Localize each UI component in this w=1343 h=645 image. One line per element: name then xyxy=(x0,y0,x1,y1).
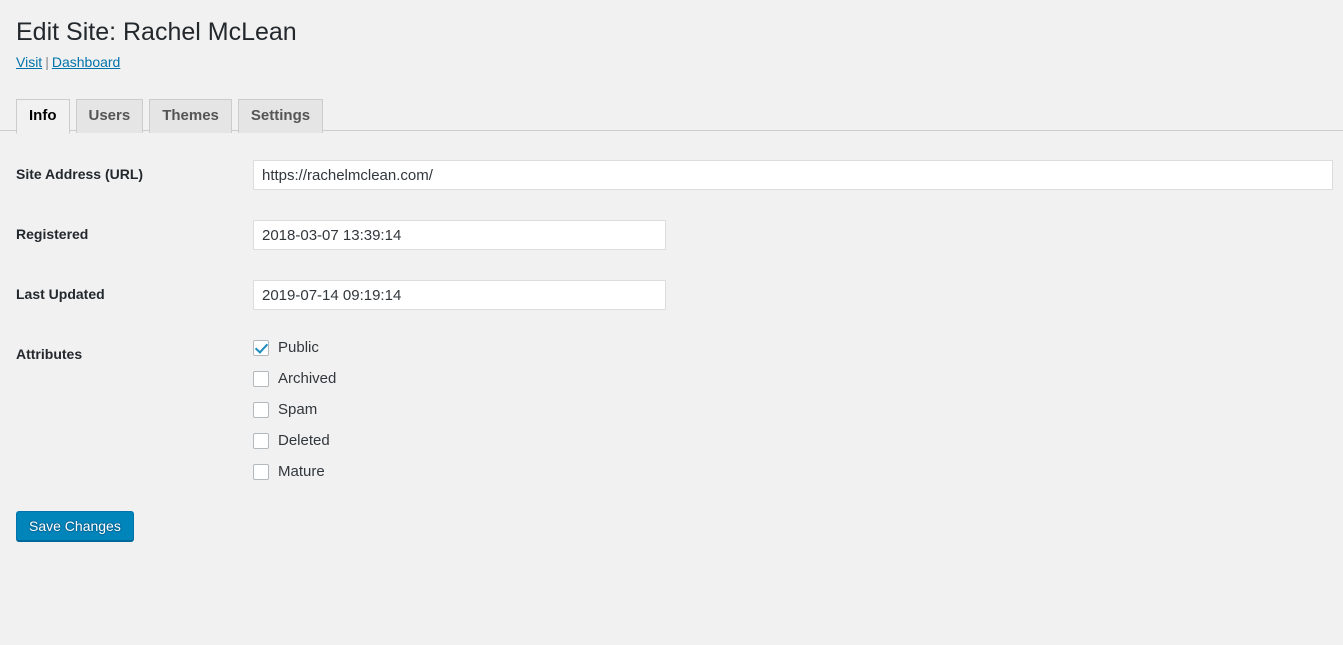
row-site-address: Site Address (URL) xyxy=(0,145,1343,205)
checkbox-row-public[interactable]: Public xyxy=(253,339,1333,357)
submit-area: Save Changes xyxy=(0,495,1343,542)
page-header: Edit Site: Rachel McLean Visit | Dashboard xyxy=(0,0,1343,72)
checkbox-spam-icon[interactable] xyxy=(253,402,269,419)
checkbox-mature-label: Mature xyxy=(278,463,325,481)
row-attributes: Attributes Public Archived Spam Deleted … xyxy=(0,325,1343,495)
site-info-table: Site Address (URL) Registered Last Updat… xyxy=(0,145,1343,495)
checkbox-row-deleted[interactable]: Deleted xyxy=(253,432,1333,450)
tab-users[interactable]: Users xyxy=(75,99,144,134)
checkbox-deleted-icon[interactable] xyxy=(253,433,269,450)
checkbox-public-label: Public xyxy=(278,339,319,357)
site-address-input[interactable] xyxy=(253,160,1333,191)
checkbox-row-spam[interactable]: Spam xyxy=(253,401,1333,419)
cell-attributes: Public Archived Spam Deleted Mature xyxy=(243,325,1343,495)
edit-site-form: Site Address (URL) Registered Last Updat… xyxy=(0,145,1343,542)
checkbox-spam-label: Spam xyxy=(278,401,318,419)
dashboard-link[interactable]: Dashboard xyxy=(52,54,121,70)
checkbox-row-mature[interactable]: Mature xyxy=(253,463,1333,481)
save-changes-button[interactable]: Save Changes xyxy=(16,511,134,542)
label-attributes: Attributes xyxy=(16,346,83,363)
row-last-updated: Last Updated xyxy=(0,265,1343,325)
label-site-address: Site Address (URL) xyxy=(16,166,144,183)
label-last-updated: Last Updated xyxy=(16,286,105,303)
visit-link[interactable]: Visit xyxy=(16,54,42,70)
tab-themes[interactable]: Themes xyxy=(149,99,232,134)
checkbox-mature-icon[interactable] xyxy=(253,464,269,481)
site-action-links: Visit | Dashboard xyxy=(16,53,1343,73)
checkbox-archived-icon[interactable] xyxy=(253,371,269,388)
cell-site-address xyxy=(243,145,1343,205)
link-separator: | xyxy=(45,53,49,70)
last-updated-input[interactable] xyxy=(253,280,666,311)
tab-settings[interactable]: Settings xyxy=(237,99,324,134)
label-registered: Registered xyxy=(16,226,89,243)
page-title: Edit Site: Rachel McLean xyxy=(16,18,297,46)
checkbox-archived-label: Archived xyxy=(278,370,337,388)
row-registered: Registered xyxy=(0,205,1343,265)
cell-registered xyxy=(243,205,1343,265)
registered-input[interactable] xyxy=(253,220,666,251)
checkbox-row-archived[interactable]: Archived xyxy=(253,370,1333,388)
checkbox-deleted-label: Deleted xyxy=(278,432,330,450)
checkbox-public-icon[interactable] xyxy=(253,340,269,357)
tab-info[interactable]: Info xyxy=(16,99,70,135)
cell-last-updated xyxy=(243,265,1343,325)
tab-bar: Info Users Themes Settings xyxy=(0,98,1343,135)
